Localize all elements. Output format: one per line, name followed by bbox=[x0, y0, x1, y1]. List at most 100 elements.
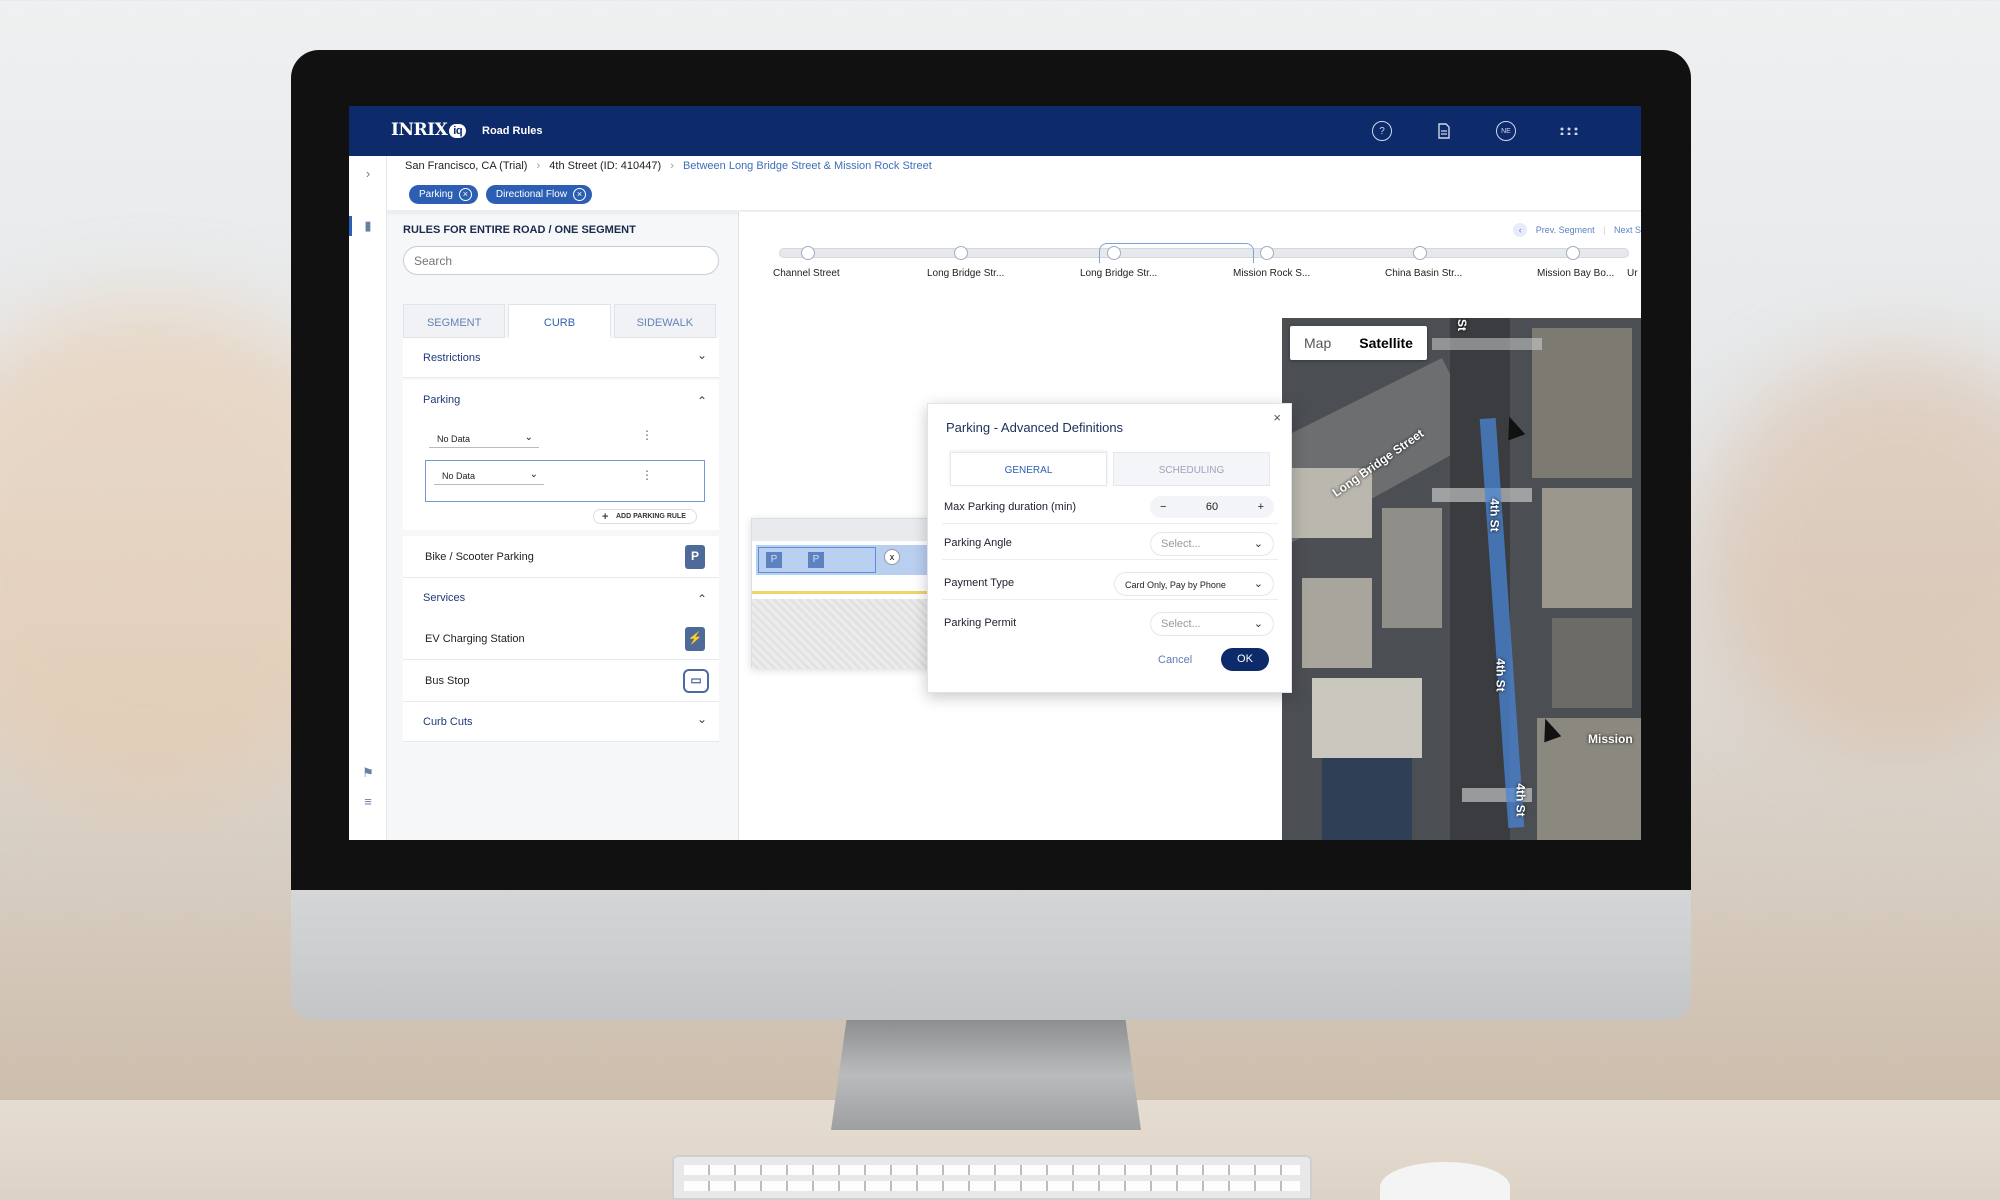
tab-curb[interactable]: CURB bbox=[508, 304, 611, 338]
road-cross-section[interactable]: P P x bbox=[751, 518, 932, 669]
chevron-down-icon: ⌄ bbox=[696, 348, 707, 362]
chevron-down-icon: ⌄ bbox=[1253, 578, 1263, 590]
background-blur bbox=[1700, 350, 2000, 750]
parking-space-icon: P bbox=[766, 552, 782, 568]
segment-label: Mission Bay Bo... bbox=[1537, 268, 1615, 279]
payment-type-row: Payment Type Card Only, Pay by Phone ⌄ bbox=[942, 566, 1278, 600]
close-icon[interactable]: × bbox=[1273, 410, 1281, 425]
app-name: Road Rules bbox=[482, 125, 543, 137]
breadcrumb-street[interactable]: 4th Street (ID: 410447) bbox=[549, 160, 661, 172]
left-rail: › ▮ ⚑ ≡ bbox=[349, 156, 387, 840]
max-duration-stepper[interactable]: − 60 + bbox=[1150, 496, 1274, 518]
minus-icon[interactable]: − bbox=[1160, 501, 1166, 513]
segment-node[interactable] bbox=[954, 246, 968, 260]
tab-scheduling[interactable]: SCHEDULING bbox=[1113, 452, 1270, 486]
breadcrumb-city[interactable]: San Francisco, CA (Trial) bbox=[405, 160, 527, 172]
panel-tabs: SEGMENT CURB SIDEWALK bbox=[403, 304, 719, 338]
apps-grid-icon[interactable] bbox=[1559, 121, 1579, 141]
kebab-menu-icon[interactable]: ⋮ bbox=[641, 428, 653, 442]
chevron-down-icon: ⌄ bbox=[1253, 618, 1263, 630]
remove-chip-icon[interactable]: × bbox=[458, 188, 472, 201]
road-rules-icon[interactable]: ▮ bbox=[359, 217, 377, 235]
chevron-up-icon: ⌃ bbox=[696, 394, 707, 408]
inrix-logo[interactable]: INRIX iq bbox=[391, 120, 467, 140]
map-view-button[interactable]: Map bbox=[1290, 326, 1345, 360]
accordion-services[interactable]: Services ⌃ bbox=[403, 578, 719, 618]
satellite-view-button[interactable]: Satellite bbox=[1345, 326, 1427, 360]
bus-stop-row[interactable]: Bus Stop ▭ bbox=[403, 660, 719, 702]
tab-general[interactable]: GENERAL bbox=[950, 452, 1107, 486]
plus-icon[interactable]: + bbox=[1258, 501, 1264, 513]
monitor-stand bbox=[831, 1020, 1141, 1130]
top-bar: INRIX iq Road Rules ? NE bbox=[349, 106, 1641, 156]
map-type-toggle: Map Satellite bbox=[1290, 326, 1427, 360]
max-duration-value[interactable]: 60 bbox=[1206, 501, 1218, 513]
bike-scooter-parking-row[interactable]: Bike / Scooter Parking P bbox=[403, 536, 719, 578]
parking-rule-select[interactable]: No Data ⌄ bbox=[434, 467, 544, 485]
search-input[interactable] bbox=[403, 246, 719, 275]
map-layers-icon[interactable]: ⚑ bbox=[359, 764, 377, 782]
database-icon[interactable]: ≡ bbox=[359, 792, 377, 810]
segment-label: Ur bbox=[1627, 268, 1638, 279]
payment-type-select[interactable]: Card Only, Pay by Phone ⌄ bbox=[1114, 572, 1274, 596]
parking-angle-row: Parking Angle Select... ⌄ bbox=[942, 526, 1278, 560]
cancel-button[interactable]: Cancel bbox=[1158, 654, 1192, 666]
segment-navigation: ‹ Prev. Segment | Next S bbox=[1513, 223, 1641, 237]
parking-rule-card[interactable]: No Data ⌄ bbox=[425, 460, 705, 502]
center-line bbox=[752, 591, 932, 594]
segment-node[interactable] bbox=[1260, 246, 1274, 260]
ev-charging-icon: ⚡ bbox=[685, 627, 705, 651]
bus-icon: ▭ bbox=[683, 669, 709, 693]
expand-chevron-icon[interactable]: › bbox=[359, 164, 377, 182]
chevron-down-icon: ⌄ bbox=[524, 432, 533, 443]
parking-rule-select[interactable]: No Data ⌄ bbox=[429, 430, 539, 448]
accordion-parking[interactable]: Parking ⌃ bbox=[403, 380, 719, 420]
kebab-menu-icon[interactable]: ⋮ bbox=[641, 468, 653, 482]
accordion-restrictions[interactable]: Restrictions ⌄ bbox=[403, 338, 719, 378]
segment-node[interactable] bbox=[1566, 246, 1580, 260]
chevron-down-icon: ⌄ bbox=[696, 712, 707, 726]
close-icon[interactable]: x bbox=[884, 549, 900, 565]
segment-label: Mission Rock S... bbox=[1233, 268, 1311, 279]
selected-segment bbox=[1099, 243, 1254, 263]
segment-label: Long Bridge Str... bbox=[927, 268, 1005, 279]
segment-label: Long Bridge Str... bbox=[1080, 268, 1158, 279]
ev-charging-row[interactable]: EV Charging Station ⚡ bbox=[403, 618, 719, 660]
keyboard bbox=[672, 1155, 1312, 1200]
chevron-left-icon[interactable]: ‹ bbox=[1513, 223, 1528, 237]
monitor-chin bbox=[291, 890, 1691, 1020]
parking-permit-select[interactable]: Select... ⌄ bbox=[1150, 612, 1274, 636]
parking-rules: No Data ⌄ ⋮ No Data ⌄ ⋮ + ADD PARKING RULE bbox=[403, 420, 719, 530]
street-label: 4th St bbox=[1487, 498, 1502, 532]
advanced-definitions-dialog: Parking - Advanced Definitions × GENERAL… bbox=[927, 403, 1292, 693]
segment-node[interactable] bbox=[1413, 246, 1427, 260]
remove-chip-icon[interactable]: × bbox=[573, 188, 587, 201]
dialog-tabs: GENERAL SCHEDULING bbox=[950, 452, 1270, 486]
segment-node[interactable] bbox=[1107, 246, 1121, 260]
next-segment-link[interactable]: Next S bbox=[1614, 225, 1641, 235]
segment-node[interactable] bbox=[801, 246, 815, 260]
tab-segment[interactable]: SEGMENT bbox=[403, 304, 506, 338]
filter-chip-directional-flow[interactable]: Directional Flow × bbox=[485, 185, 593, 204]
filter-chip-parking[interactable]: Parking × bbox=[409, 185, 478, 204]
dialog-title: Parking - Advanced Definitions bbox=[946, 420, 1124, 435]
satellite-imagery bbox=[1282, 318, 1641, 840]
segment-timeline: ‹ Prev. Segment | Next S Channel Street … bbox=[739, 212, 1641, 318]
tab-sidewalk[interactable]: SIDEWALK bbox=[613, 304, 716, 338]
document-icon[interactable] bbox=[1434, 121, 1454, 141]
street-label: Mission bbox=[1588, 732, 1633, 746]
ok-button[interactable]: OK bbox=[1221, 648, 1269, 671]
chevron-up-icon: ⌃ bbox=[696, 592, 707, 606]
rail-active-indicator bbox=[349, 216, 352, 236]
parking-angle-select[interactable]: Select... ⌄ bbox=[1150, 532, 1274, 556]
satellite-map[interactable]: Map Satellite Long Bridge Street 4th St … bbox=[1282, 318, 1641, 840]
add-parking-rule-button[interactable]: + ADD PARKING RULE bbox=[593, 509, 697, 524]
user-avatar-icon[interactable]: NE bbox=[1496, 121, 1516, 141]
app-screen: INRIX iq Road Rules ? NE › ▮ ⚑ ≡ San Fran… bbox=[349, 106, 1641, 840]
breadcrumb-segment[interactable]: Between Long Bridge Street & Mission Roc… bbox=[683, 160, 932, 172]
segment-label: China Basin Str... bbox=[1385, 268, 1463, 279]
breadcrumb-separator: › bbox=[536, 160, 541, 172]
accordion-curb-cuts[interactable]: Curb Cuts ⌄ bbox=[403, 702, 719, 742]
help-icon[interactable]: ? bbox=[1372, 121, 1392, 141]
prev-segment-link[interactable]: Prev. Segment bbox=[1536, 225, 1595, 235]
